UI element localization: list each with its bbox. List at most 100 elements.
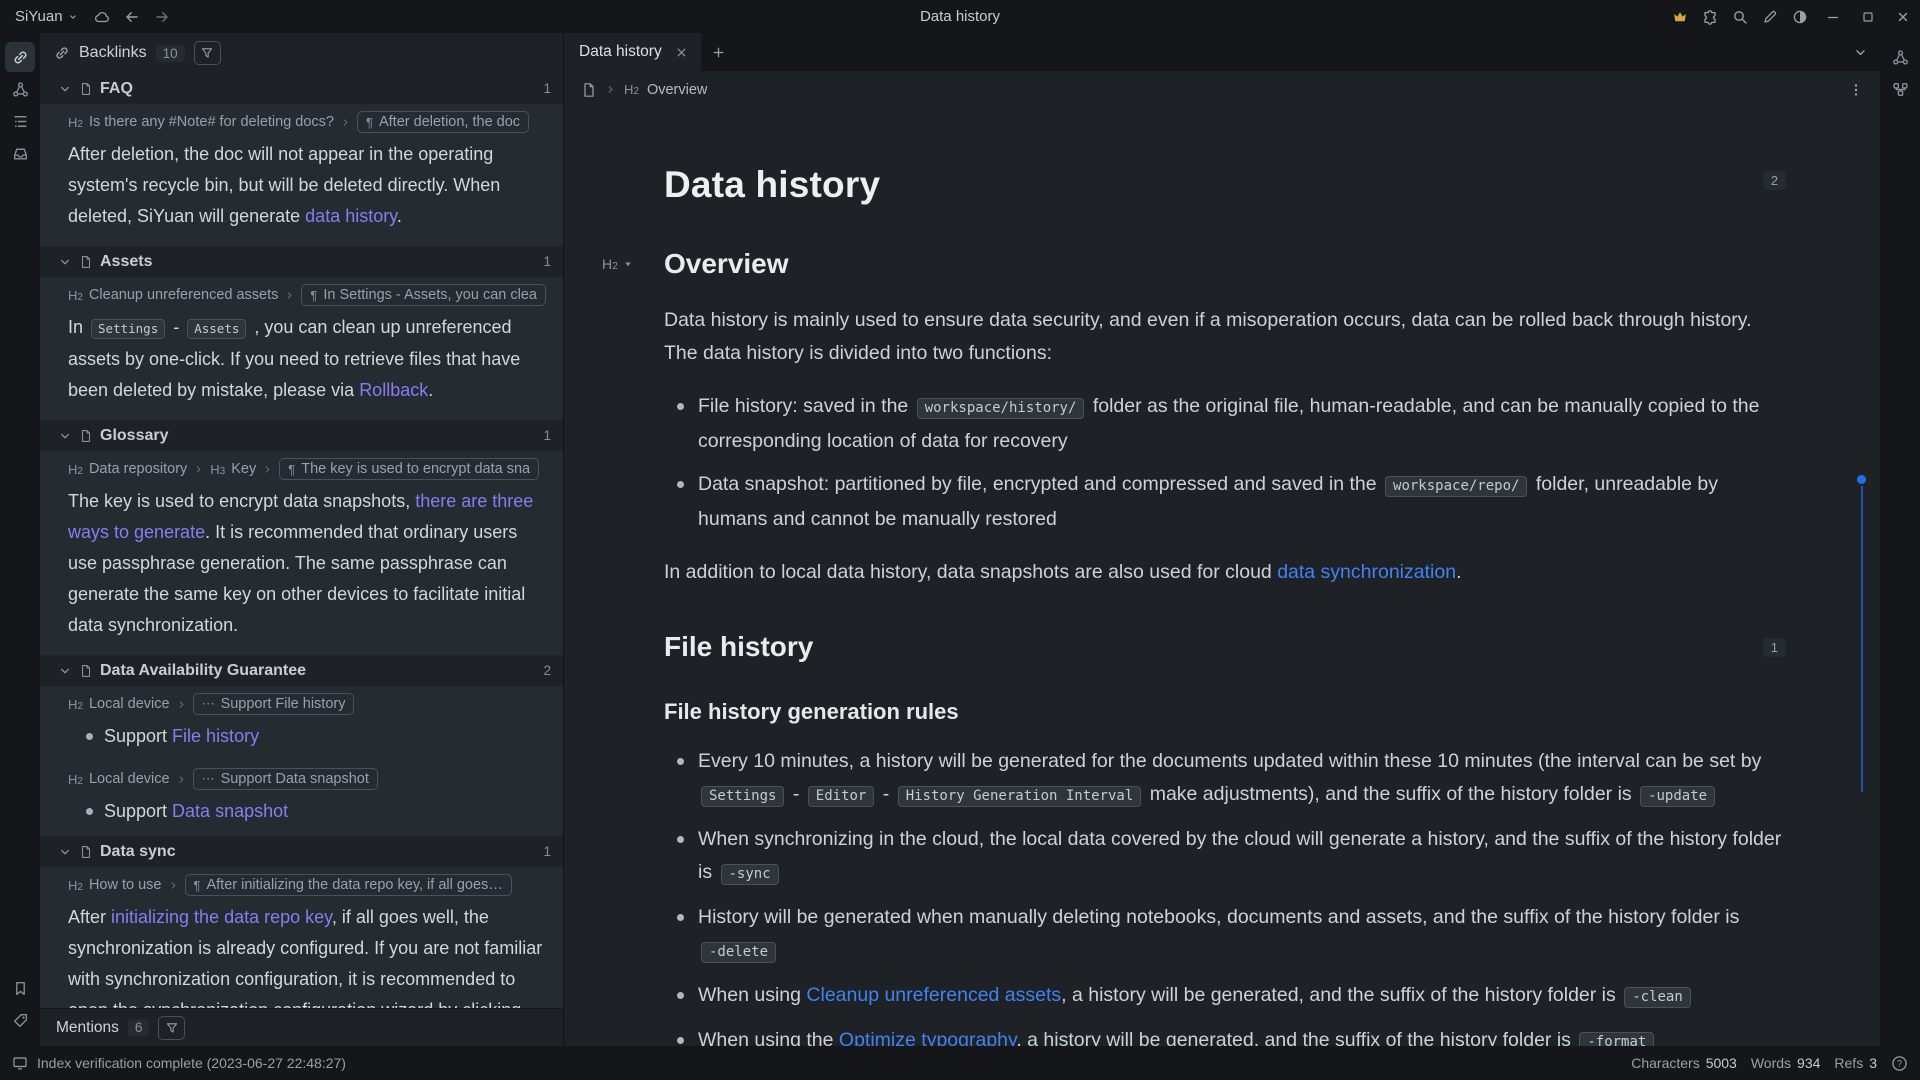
backlink-breadcrumb[interactable]: H2Local device ⋯Support Data snapshot [40, 761, 563, 792]
list-item[interactable]: History will be generated when manually … [664, 901, 1786, 969]
dock-button-tag[interactable] [5, 1005, 35, 1035]
editor-scroll-area[interactable]: Data history 2 H2 Overview Data history is m… [564, 108, 1880, 1046]
crumb-segment[interactable]: H2Local device [68, 696, 170, 712]
backlinks-filter-button[interactable] [194, 41, 221, 65]
doc-icon[interactable] [581, 82, 597, 98]
list-item[interactable]: Data snapshot: partitioned by file, encr… [664, 468, 1786, 536]
dock-button-bookmark[interactable] [5, 973, 35, 1003]
inline-link[interactable]: Rollback [359, 380, 428, 400]
dock-button-graph[interactable] [5, 74, 35, 104]
crumb-segment[interactable]: H2Local device [68, 771, 170, 787]
navigate-back-button[interactable] [118, 3, 146, 31]
app-menu-button[interactable]: SiYuan [8, 5, 86, 28]
new-tab-button[interactable] [701, 33, 737, 71]
crumb-focused-segment[interactable]: ¶The key is used to encrypt data sna [279, 458, 539, 480]
crown-icon [1672, 9, 1688, 25]
backlink-content-list-item[interactable]: Support Data snapshot [40, 792, 563, 836]
sub-heading[interactable]: File history generation rules [664, 699, 1786, 725]
mentions-filter-button[interactable] [158, 1016, 185, 1040]
backlink-breadcrumb[interactable]: H2Data repository H3Key ¶The key is used t… [40, 451, 563, 482]
inbox-icon [12, 145, 29, 162]
global-search-button[interactable] [1725, 0, 1755, 33]
maximize-button[interactable] [1850, 0, 1885, 33]
crumb-segment[interactable]: H2Cleanup unreferenced assets [68, 287, 278, 303]
help-icon[interactable]: ? [1891, 1055, 1908, 1072]
dock-button-inbox[interactable] [5, 138, 35, 168]
ref-count-badge[interactable]: 2 [1763, 171, 1786, 190]
list-item[interactable]: When using the Optimize typography, a hi… [664, 1024, 1786, 1046]
tab-close-icon[interactable] [674, 45, 689, 60]
crumb-segment[interactable]: H2Is there any #Note# for deleting docs? [68, 114, 334, 130]
dock-button-outline[interactable] [5, 106, 35, 136]
dock-button-graph[interactable] [1885, 42, 1915, 72]
breadcrumb-heading[interactable]: Overview [647, 82, 707, 98]
list-item[interactable]: When synchronizing in the cloud, the loc… [664, 823, 1786, 891]
crumb-type-chip: ⋯ [202, 696, 215, 712]
inline-link[interactable]: Data snapshot [172, 801, 288, 821]
backlink-breadcrumb[interactable]: H2Cleanup unreferenced assets ¶In Setting… [40, 277, 563, 308]
edit-mode-button[interactable] [1755, 0, 1785, 33]
backlink-content[interactable]: After initializing the data repo key, if… [40, 898, 563, 1008]
backlink-section-header[interactable]: Assets1 [40, 246, 563, 277]
crumb-focused-segment[interactable]: ¶After initializing the data repo key, i… [185, 874, 512, 896]
minimize-button[interactable] [1815, 0, 1850, 33]
plugins-button[interactable] [1695, 0, 1725, 33]
inline-code-tag: workspace/repo/ [1385, 476, 1527, 497]
backlink-breadcrumb[interactable]: H2Is there any #Note# for deleting docs?… [40, 104, 563, 135]
dock-button-backlink[interactable] [5, 42, 35, 72]
counter-value: 3 [1869, 1055, 1877, 1071]
backlink-content[interactable]: In Settings - Assets , you can clean up … [40, 308, 563, 420]
paragraph[interactable]: Data history is mainly used to ensure da… [664, 304, 1786, 370]
list-item[interactable]: File history: saved in the workspace/his… [664, 390, 1786, 458]
bullet-list: Every 10 minutes, a history will be gene… [664, 745, 1786, 1046]
paragraph[interactable]: In addition to local data history, data … [664, 556, 1786, 589]
backlink-section: Data sync1 H2How to use ¶After initializin… [40, 836, 563, 1008]
close-window-button[interactable] [1885, 0, 1920, 33]
inline-link[interactable]: Cleanup unreferenced assets [806, 984, 1061, 1006]
inline-link[interactable]: data synchronization [1277, 561, 1456, 583]
scroll-indicator-dot[interactable] [1857, 475, 1866, 484]
doc-title[interactable]: Data history [664, 164, 880, 206]
crumb-segment[interactable]: H2How to use [68, 877, 162, 893]
list-item[interactable]: When using Cleanup unreferenced assets, … [664, 979, 1786, 1014]
backlink-breadcrumb[interactable]: H2Local device ⋯Support File history [40, 686, 563, 717]
inline-link[interactable]: initializing the data repo key [111, 907, 332, 927]
tab-list-button[interactable] [1840, 33, 1880, 71]
fold-arrow-icon[interactable] [623, 259, 633, 269]
navigate-forward-button[interactable] [148, 3, 176, 31]
dock-button-relation[interactable] [1885, 74, 1915, 104]
section-heading[interactable]: File history [664, 631, 813, 663]
crumb-segment[interactable]: H2Data repository [68, 461, 187, 477]
tab-data-history[interactable]: Data history [564, 33, 701, 71]
membership-button[interactable] [1665, 0, 1695, 33]
crumb-focused-segment[interactable]: ¶In Settings - Assets, you can clea [301, 284, 546, 306]
graph-icon [1892, 49, 1909, 66]
ref-count-badge[interactable]: 1 [1763, 638, 1786, 657]
backlink-section-header[interactable]: Data Availability Guarantee2 [40, 655, 563, 686]
backlink-section-header[interactable]: Glossary1 [40, 420, 563, 451]
backlink-section-header[interactable]: FAQ1 [40, 73, 563, 104]
inline-link[interactable]: Optimize typography [839, 1029, 1016, 1046]
list-item[interactable]: Every 10 minutes, a history will be gene… [664, 745, 1786, 813]
crumb-focused-segment[interactable]: ⋯Support Data snapshot [193, 768, 378, 790]
backlink-content[interactable]: The key is used to encrypt data snapshot… [40, 482, 563, 655]
crumb-focused-segment[interactable]: ⋯Support File history [193, 693, 355, 715]
heading-gutter[interactable]: H2 [602, 256, 633, 272]
theme-toggle-button[interactable] [1785, 0, 1815, 33]
crumb-segment[interactable]: H3Key [210, 461, 256, 477]
more-icon[interactable] [1848, 82, 1864, 98]
crumb-focused-segment[interactable]: ¶After deletion, the doc [357, 111, 529, 133]
backlink-content-list-item[interactable]: Support File history [40, 717, 563, 761]
text-run: - [168, 317, 184, 337]
mentions-header[interactable]: Mentions 6 [40, 1008, 563, 1046]
backlink-breadcrumb[interactable]: H2How to use ¶After initializing the data… [40, 867, 563, 898]
sync-cloud-button[interactable] [88, 3, 116, 31]
search-icon [1732, 9, 1748, 25]
chevron-right-icon [605, 84, 616, 95]
backlink-content[interactable]: After deletion, the doc will not appear … [40, 135, 563, 246]
section-heading[interactable]: Overview [664, 248, 789, 280]
inline-link[interactable]: data history [305, 206, 397, 226]
counter-label: Refs [1834, 1055, 1863, 1071]
inline-link[interactable]: File history [172, 726, 259, 746]
backlink-section-header[interactable]: Data sync1 [40, 836, 563, 867]
